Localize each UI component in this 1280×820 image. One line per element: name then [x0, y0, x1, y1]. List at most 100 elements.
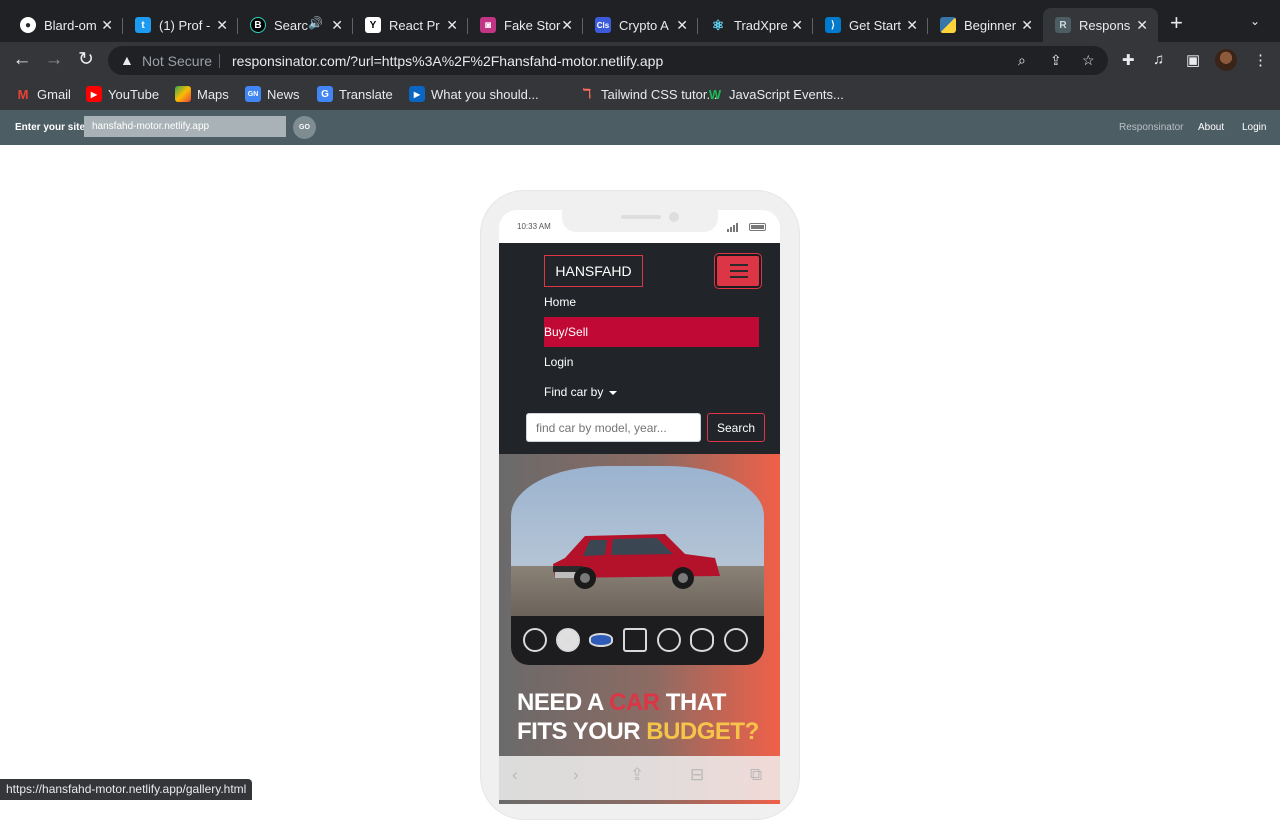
close-icon[interactable]: ✕ — [906, 17, 918, 34]
tab-title: TradXpre — [734, 17, 788, 33]
forward-button[interactable]: → — [43, 49, 65, 71]
ford-logo-icon — [589, 633, 613, 647]
site-input[interactable]: hansfahd-motor.netlify.app — [84, 116, 286, 137]
phone-speaker — [621, 215, 661, 219]
close-icon[interactable]: ✕ — [561, 17, 573, 34]
gmail-icon: M — [17, 86, 29, 102]
tab-tradxpress[interactable]: ⚛ TradXpre ✕ — [698, 8, 813, 42]
tab-title: (1) Prof - — [159, 17, 211, 33]
store-icon: ◙ — [480, 17, 496, 33]
search-input[interactable] — [526, 413, 701, 442]
honda-logo-icon — [623, 628, 647, 652]
tab-beginner[interactable]: Beginner ✕ — [928, 8, 1043, 42]
hamburger-line — [730, 264, 748, 266]
go-button[interactable]: GO — [293, 116, 316, 139]
media-control-icon[interactable]: ♫ — [1153, 51, 1164, 68]
bookmark-label: Tailwind CSS tutor... — [601, 86, 718, 102]
tab-title: Get Start — [849, 17, 902, 33]
tab-react[interactable]: Y React Pr ✕ — [353, 8, 468, 42]
binance-icon: B — [250, 17, 266, 33]
phone-camera — [669, 212, 679, 222]
headline-text: NEED A — [517, 689, 610, 716]
bookmark-js-events[interactable]: W JavaScript Events... — [707, 86, 844, 102]
avatar[interactable] — [1215, 49, 1237, 71]
acura-logo-icon — [556, 628, 580, 652]
responsinator-bar: Enter your site hansfahd-motor.netlify.a… — [0, 110, 1280, 145]
site-input-label: Enter your site — [15, 122, 86, 133]
bookmark-youtube[interactable]: ▶ YouTube — [86, 86, 159, 102]
tabs-icon[interactable]: ⧉ — [750, 765, 762, 785]
w-icon: W — [708, 86, 722, 102]
zoom-icon[interactable]: ⌕ — [1018, 52, 1026, 69]
headline-highlight-budget: BUDGET? — [646, 718, 759, 745]
vscode-icon: ⟩ — [825, 17, 841, 33]
red-suv-illustration — [553, 534, 720, 589]
extensions-icon[interactable]: ✚ — [1122, 51, 1135, 69]
close-icon[interactable]: ✕ — [791, 17, 803, 34]
bookmark-label: Gmail — [37, 86, 71, 102]
close-icon[interactable]: ✕ — [1136, 17, 1148, 34]
tab-getstarted[interactable]: ⟩ Get Start ✕ — [813, 8, 928, 42]
divider — [219, 54, 220, 68]
bookmark-gmail[interactable]: M Gmail — [15, 86, 71, 102]
site-brand[interactable]: HANSFAHD — [544, 255, 643, 287]
tailwind-icon: ℸ — [582, 86, 592, 101]
nav-buy-sell[interactable]: Buy/Sell — [544, 317, 759, 347]
tab-github[interactable]: ● Blard-om ✕ — [8, 8, 123, 42]
bookmark-label: JavaScript Events... — [729, 86, 844, 102]
status-time: 10:33 AM — [517, 222, 551, 231]
chevron-down-icon[interactable]: ⌄ — [1250, 14, 1260, 28]
close-icon[interactable]: ✕ — [331, 17, 343, 34]
tab-fakestore[interactable]: ◙ Fake Stor ✕ — [468, 8, 583, 42]
close-icon[interactable]: ✕ — [1021, 17, 1033, 34]
close-icon[interactable]: ✕ — [216, 17, 228, 34]
menu-icon[interactable]: ⋮ — [1253, 51, 1268, 69]
bookmark-tailwind[interactable]: ℸ Tailwind CSS tutor... — [579, 86, 718, 102]
maps-icon — [175, 86, 191, 102]
bookmarks-bar: M Gmail ▶ YouTube Maps GN News G Transla… — [0, 78, 1280, 110]
url-text[interactable]: responsinator.com/?url=https%3A%2F%2Fhan… — [232, 53, 663, 69]
security-label[interactable]: Not Secure — [142, 53, 212, 69]
tab-title: Beginner — [964, 17, 1017, 33]
bookmarks-icon[interactable]: ⊟ — [690, 765, 704, 785]
new-tab-button[interactable]: + — [1170, 12, 1183, 34]
back-icon[interactable]: ‹ — [512, 765, 518, 785]
tab-title: React Pr — [389, 17, 440, 33]
tab-search[interactable]: B Searc 🔊 ✕ — [238, 8, 353, 42]
phone-notch — [562, 210, 718, 232]
cls-icon: Cls — [595, 17, 611, 33]
login-link[interactable]: Login — [1242, 122, 1266, 133]
nav-find-car-by[interactable]: Find car by — [544, 385, 618, 399]
battery-icon — [749, 223, 766, 231]
nav-home[interactable]: Home — [544, 295, 576, 309]
warning-icon: ▲ — [120, 52, 134, 68]
star-icon[interactable]: ☆ — [1082, 52, 1095, 69]
tab-crypto[interactable]: Cls Crypto A ✕ — [583, 8, 698, 42]
bookmark-news[interactable]: GN News — [245, 86, 300, 102]
address-bar[interactable]: ▲ Not Secure responsinator.com/?url=http… — [108, 46, 1108, 75]
nav-login[interactable]: Login — [544, 355, 573, 369]
translate-icon: G — [317, 86, 333, 102]
about-link[interactable]: About — [1198, 122, 1224, 133]
bookmark-maps[interactable]: Maps — [175, 86, 229, 102]
forward-icon[interactable]: › — [573, 765, 579, 785]
hamburger-line — [730, 270, 748, 272]
close-icon[interactable]: ✕ — [676, 17, 688, 34]
responsinator-link[interactable]: Responsinator — [1119, 122, 1183, 133]
bookmark-what-you-should[interactable]: ▶ What you should... — [409, 86, 539, 102]
bookmark-translate[interactable]: G Translate — [317, 86, 393, 102]
tab-responsinator[interactable]: R Respons ✕ — [1043, 8, 1158, 42]
hamburger-menu-button[interactable] — [715, 254, 761, 288]
tab-twitter[interactable]: t (1) Prof - ✕ — [123, 8, 238, 42]
share-icon[interactable]: ⇪ — [1050, 52, 1062, 69]
close-icon[interactable]: ✕ — [446, 17, 458, 34]
back-button[interactable]: ← — [11, 49, 33, 71]
search-button[interactable]: Search — [707, 413, 765, 442]
react-icon: ⚛ — [711, 16, 725, 33]
side-panel-icon[interactable]: ▣ — [1186, 51, 1200, 69]
close-icon[interactable]: ✕ — [101, 17, 113, 34]
speaker-icon[interactable]: 🔊 — [308, 16, 323, 30]
reload-button[interactable]: ↻ — [75, 49, 97, 71]
share-icon[interactable]: ⇪ — [630, 765, 644, 785]
status-url-tooltip: https://hansfahd-motor.netlify.app/galle… — [0, 779, 253, 800]
